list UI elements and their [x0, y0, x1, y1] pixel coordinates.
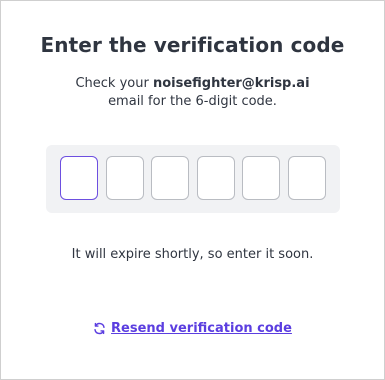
code-digit-4[interactable] — [197, 156, 235, 200]
resend-code-link[interactable]: Resend verification code — [93, 321, 292, 336]
code-digit-2[interactable] — [106, 156, 144, 200]
code-digit-3[interactable] — [151, 156, 189, 200]
code-digit-6[interactable] — [288, 156, 326, 200]
code-input-group — [46, 145, 340, 213]
expiry-notice: It will expire shortly, so enter it soon… — [71, 247, 314, 262]
refresh-icon — [93, 322, 106, 335]
resend-row: Resend verification code — [1, 321, 384, 339]
resend-label: Resend verification code — [111, 321, 292, 336]
code-digit-1[interactable] — [60, 156, 98, 200]
page-title: Enter the verification code — [40, 33, 345, 57]
verification-card: Enter the verification code Check your n… — [0, 0, 385, 380]
user-email: noisefighter@krisp.ai — [152, 76, 310, 91]
instruction-suffix: email for the 6-digit code. — [108, 94, 277, 109]
code-digit-5[interactable] — [242, 156, 280, 200]
instruction-prefix: Check your — [75, 76, 153, 91]
instruction-text: Check your noisefighter@krisp.ai email f… — [1, 75, 384, 111]
